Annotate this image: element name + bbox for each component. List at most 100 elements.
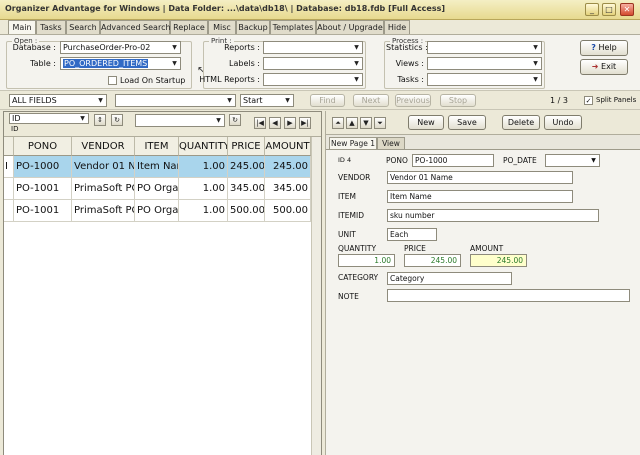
cell-pono[interactable]: PO-1001 (14, 200, 72, 222)
tab-tasks[interactable]: Tasks (36, 20, 66, 34)
cell-vendor[interactable]: PrimaSoft PC (72, 200, 135, 222)
exit-label: Exit (601, 62, 617, 71)
cell-amount[interactable]: 345.00 (265, 178, 311, 200)
prev-record-icon[interactable]: ▲ (346, 117, 358, 129)
tab-advanced-search[interactable]: Advanced Search (100, 20, 171, 34)
minimize-icon[interactable]: _ (585, 3, 599, 16)
column-header-price[interactable]: PRICE (228, 137, 265, 156)
tab-view[interactable]: View (377, 137, 405, 149)
database-select[interactable]: PurchaseOrder-Pro-02 ▼ (60, 41, 181, 54)
delete-button[interactable]: Delete (502, 115, 540, 130)
statistics-select[interactable]: ▼ (427, 41, 542, 54)
item-field[interactable]: Item Name (387, 190, 573, 203)
tasks-select[interactable]: ▼ (427, 73, 542, 86)
exit-button[interactable]: ➜ Exit (580, 59, 628, 75)
search-field-value: ALL FIELDS (12, 96, 57, 105)
previous-button[interactable]: Previous (395, 94, 431, 107)
first-record-icon[interactable]: |◀ (254, 117, 266, 129)
chevron-down-icon: ▼ (533, 44, 538, 51)
table-select[interactable]: PO_ORDERED_ITEMS ▼ (60, 57, 181, 70)
refresh-icon[interactable]: ↻ (111, 114, 123, 126)
note-field[interactable] (387, 289, 630, 302)
tab-main[interactable]: Main (8, 20, 36, 35)
cell-item[interactable]: PO Organizer (135, 200, 179, 222)
column-header-pono[interactable]: PONO (14, 137, 72, 156)
cell-vendor[interactable]: Vendor 01 Name (72, 156, 135, 178)
sort-field-value: ID (12, 114, 21, 123)
cell-amount[interactable]: 500.00 (265, 200, 311, 222)
last-record-icon[interactable]: ⏷ (374, 117, 386, 129)
labels-label: Labels : (229, 59, 260, 68)
tab-search[interactable]: Search (66, 20, 100, 34)
category-field[interactable]: Category (387, 272, 512, 285)
column-header-quantity[interactable]: QUANTITY (179, 137, 228, 156)
statistics-label: Statistics : (386, 43, 428, 52)
amount-field[interactable]: 245.00 (470, 254, 527, 267)
find-button[interactable]: Find (310, 94, 345, 107)
split-panels-label: Split Panels (596, 96, 637, 104)
unit-field[interactable]: Each (387, 228, 437, 241)
search-mode-select[interactable]: Start ▼ (240, 94, 294, 107)
vendor-field[interactable]: Vendor 01 Name (387, 171, 573, 184)
save-button[interactable]: Save (448, 115, 486, 130)
next-button[interactable]: Next (353, 94, 389, 107)
chevron-down-icon: ▼ (354, 76, 359, 83)
new-button[interactable]: New (408, 115, 444, 130)
cell-price[interactable]: 245.00 (228, 156, 265, 178)
maximize-icon[interactable]: □ (602, 3, 616, 16)
itemid-field[interactable]: sku number (387, 209, 599, 222)
cell-pono[interactable]: PO-1001 (14, 178, 72, 200)
search-input[interactable]: ▼ (115, 94, 236, 107)
undo-button[interactable]: Undo (544, 115, 582, 130)
cell-pono[interactable]: PO-1000 (14, 156, 72, 178)
next-record-icon[interactable]: ▶ (284, 117, 296, 129)
cell-price[interactable]: 345.00 (228, 178, 265, 200)
po-date-field[interactable]: ▼ (545, 154, 600, 167)
tab-misc[interactable]: Misc (208, 20, 236, 34)
sort-order-icon[interactable]: ⇕ (94, 114, 106, 126)
prev-record-icon[interactable]: ◀ (269, 117, 281, 129)
chevron-down-icon: ▼ (172, 44, 177, 51)
price-field[interactable]: 245.00 (404, 254, 461, 267)
refresh-filter-icon[interactable]: ↻ (229, 114, 241, 126)
database-value: PurchaseOrder-Pro-02 (63, 43, 151, 52)
cell-vendor[interactable]: PrimaSoft PC (72, 178, 135, 200)
filter-select[interactable]: ▼ (135, 114, 225, 127)
cell-item[interactable]: PO Organizer (135, 178, 179, 200)
next-record-icon[interactable]: ▼ (360, 117, 372, 129)
split-panels-checkbox[interactable]: ✓ (584, 96, 593, 105)
html-reports-select[interactable]: ▼ (263, 73, 363, 86)
stop-button[interactable]: Stop (440, 94, 476, 107)
tab-hide[interactable]: Hide (384, 20, 410, 34)
form-toolbar: ⏶ ▲ ▼ ⏷ New Save Delete Undo (326, 111, 640, 135)
sort-field-select[interactable]: ID ▼ (9, 113, 89, 124)
window-title: Organizer Advantage for Windows | Data F… (5, 4, 446, 13)
cell-quantity[interactable]: 1.00 (179, 178, 228, 200)
cell-quantity[interactable]: 1.00 (179, 200, 228, 222)
column-header-amount[interactable]: AMOUNT (265, 137, 311, 156)
cell-amount[interactable]: 245.00 (265, 156, 311, 178)
tab-replace[interactable]: Replace (170, 20, 208, 34)
grid-scrollbar[interactable] (311, 137, 321, 455)
load-on-startup-checkbox[interactable] (108, 76, 117, 85)
column-header-vendor[interactable]: VENDOR (72, 137, 135, 156)
last-record-icon[interactable]: ▶| (299, 117, 311, 129)
tab-templates[interactable]: Templates (270, 20, 316, 34)
search-field-select[interactable]: ALL FIELDS ▼ (9, 94, 107, 107)
pono-field[interactable]: PO-1000 (412, 154, 494, 167)
tab-new-page-1[interactable]: New Page 1 (329, 137, 377, 149)
cell-item[interactable]: Item Name (135, 156, 179, 178)
column-header-item[interactable]: ITEM (135, 137, 179, 156)
cell-price[interactable]: 500.00 (228, 200, 265, 222)
note-label: NOTE (338, 292, 359, 301)
close-icon[interactable]: ✕ (620, 3, 634, 16)
reports-select[interactable]: ▼ (263, 41, 363, 54)
cell-quantity[interactable]: 1.00 (179, 156, 228, 178)
first-record-icon[interactable]: ⏶ (332, 117, 344, 129)
tab-about-upgrade[interactable]: About / Upgrade (316, 20, 384, 34)
quantity-field[interactable]: 1.00 (338, 254, 395, 267)
tab-backup[interactable]: Backup (236, 20, 270, 34)
views-select[interactable]: ▼ (427, 57, 542, 70)
labels-select[interactable]: ▼ (263, 57, 363, 70)
help-button[interactable]: ? Help (580, 40, 628, 56)
